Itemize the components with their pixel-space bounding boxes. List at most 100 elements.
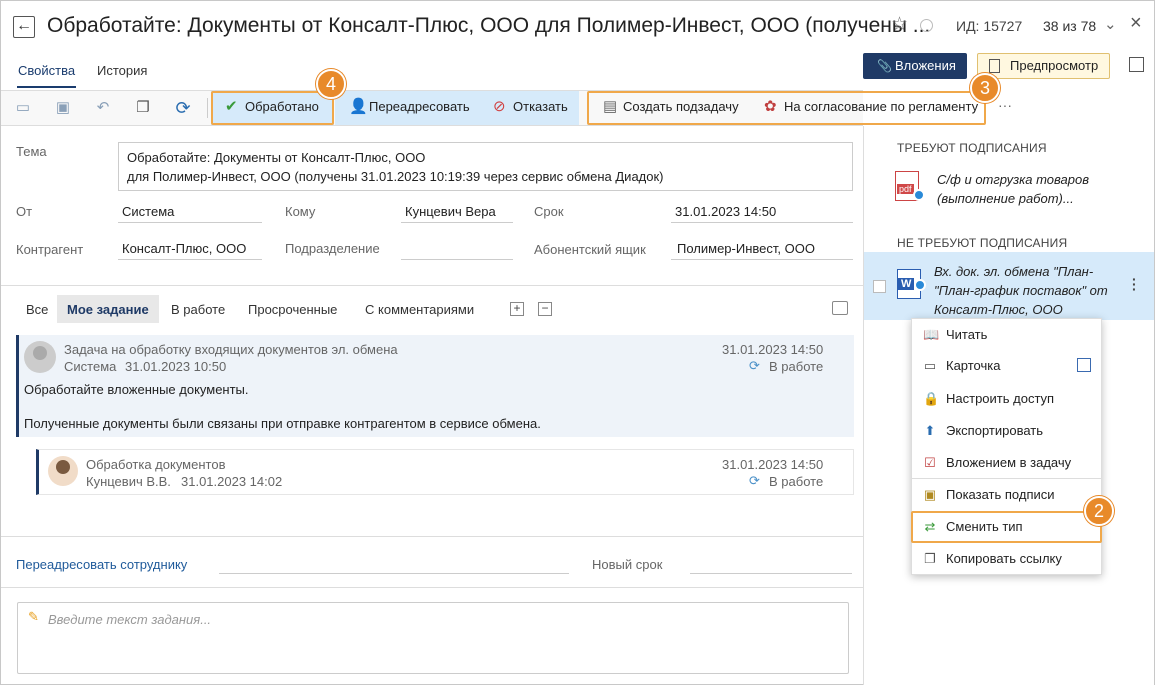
undo-icon[interactable]: ↶	[93, 98, 113, 118]
department-field[interactable]	[401, 241, 513, 260]
more-menu-icon[interactable]: ···	[998, 97, 1012, 113]
menu-signatures-label: Показать подписи	[946, 487, 1055, 502]
doc1-title-line1: С/ф и отгрузка товаров	[937, 172, 1089, 187]
new-deadline-input[interactable]	[690, 573, 852, 574]
attachments-button[interactable]: 📎 Вложения	[863, 53, 967, 79]
export-arrow-icon: ⬆	[924, 423, 936, 438]
save-close-icon[interactable]: ▣	[53, 98, 73, 118]
task-author: Система	[64, 359, 117, 374]
open-card-new-window-icon[interactable]	[1077, 358, 1091, 372]
need-sign-header: ТРЕБУЮТ ПОДПИСАНИЯ	[897, 141, 1047, 155]
book-icon: 📖	[923, 327, 940, 342]
task-title: Задача на обработку входящих документов …	[64, 342, 398, 357]
menu-copy-link-label: Копировать ссылку	[946, 551, 1062, 566]
printer-icon[interactable]	[832, 301, 848, 315]
status-circle-icon[interactable]	[920, 19, 933, 32]
forward-label: Переадресовать	[369, 99, 470, 114]
highlight-subtask-approval	[587, 91, 986, 125]
open-new-window-icon[interactable]	[1129, 57, 1144, 72]
doc1-title-line2: (выполнение работ)...	[937, 191, 1074, 206]
menu-read-label: Читать	[946, 327, 988, 342]
copy-icon[interactable]: ❐	[133, 98, 153, 118]
subject-label: Тема	[16, 144, 47, 159]
deadline-field[interactable]: 31.01.2023 14:50	[671, 204, 853, 223]
redirect-employee-input[interactable]	[219, 573, 569, 574]
task-created: 31.01.2023 10:50	[125, 359, 227, 374]
favorite-star-icon[interactable]: ☆	[891, 13, 908, 36]
lock-icon: 🔒	[923, 391, 940, 406]
menu-item-attach-to-task[interactable]: ☑ Вложением в задачу	[911, 447, 1102, 479]
counterparty-field[interactable]: Консалт-Плюс, ООО	[118, 241, 262, 260]
signature-seal-icon	[914, 279, 926, 291]
save-icon[interactable]: ▭	[13, 98, 33, 118]
app-window: ← Обработайте: Документы от Консалт-Плюс…	[0, 0, 1155, 685]
subject-line-1: Обработайте: Документы от Консалт-Плюс, …	[127, 150, 426, 165]
toolbar-divider	[207, 98, 208, 118]
document-preview-icon	[989, 59, 1000, 73]
menu-item-access[interactable]: 🔒 Настроить доступ	[911, 383, 1102, 415]
filter-overdue[interactable]: Просроченные	[248, 302, 337, 317]
close-icon[interactable]: ×	[1130, 12, 1142, 35]
mailbox-field[interactable]: Полимер-Инвест, ООО	[671, 241, 853, 260]
refuse-button[interactable]: ⊘ Отказать	[489, 95, 568, 121]
subtask-created: 31.01.2023 14:02	[181, 474, 283, 489]
redirect-employee-link[interactable]: Переадресовать сотруднику	[16, 557, 187, 572]
subject-field[interactable]: Обработайте: Документы от Консалт-Плюс, …	[118, 142, 853, 191]
subtask-author: Кунцевич В.В.	[86, 474, 171, 489]
filter-with-comments[interactable]: С комментариями	[365, 302, 474, 317]
from-field[interactable]: Система	[118, 204, 262, 223]
filter-in-progress[interactable]: В работе	[171, 302, 225, 317]
subtask-status: В работе	[769, 474, 824, 489]
counterparty-label: Контрагент	[16, 242, 84, 257]
signature-icon: ▣	[923, 487, 937, 502]
prohibited-icon: ⊘	[493, 98, 506, 115]
to-label: Кому	[285, 204, 316, 219]
doc2-title[interactable]: Вх. док. эл. обмена "План- "План-график …	[934, 262, 1108, 319]
subject-line-2: для Полимер-Инвест, ООО (получены 31.01.…	[127, 169, 664, 184]
doc2-title-line2: "План-график поставок" от	[934, 283, 1108, 298]
forward-button[interactable]: 👤 Переадресовать	[345, 95, 470, 121]
preview-button[interactable]: Предпросмотр	[977, 53, 1110, 79]
subtask-title: Обработка документов	[86, 457, 226, 472]
menu-card-label: Карточка	[946, 358, 1001, 373]
menu-item-show-signatures[interactable]: ▣ Показать подписи	[911, 479, 1102, 511]
menu-item-read[interactable]: 📖 Читать	[911, 319, 1102, 351]
mailbox-label: Абонентский ящик	[534, 242, 646, 257]
refresh-icon[interactable]: ⟳	[173, 98, 193, 118]
collapse-all-icon[interactable]: −	[538, 302, 552, 316]
in-progress-icon: ⟳	[749, 358, 760, 373]
expand-all-icon[interactable]: +	[510, 302, 524, 316]
subtask-deadline: 31.01.2023 14:50	[722, 457, 824, 472]
menu-item-copy-link[interactable]: ❐ Копировать ссылку	[911, 543, 1102, 575]
new-deadline-label: Новый срок	[592, 557, 663, 572]
filter-all[interactable]: Все	[26, 302, 48, 317]
menu-item-export[interactable]: ⬆ Экспортировать	[911, 415, 1102, 447]
menu-export-label: Экспортировать	[946, 423, 1043, 438]
refuse-label: Отказать	[513, 99, 568, 114]
department-label: Подразделение	[285, 241, 380, 256]
chevron-down-icon[interactable]: ⌄	[1104, 15, 1117, 33]
task-status: В работе	[769, 359, 824, 374]
doc2-title-line1: Вх. док. эл. обмена "План-	[934, 264, 1094, 279]
in-progress-icon: ⟳	[749, 473, 760, 488]
to-field[interactable]: Кунцевич Вера	[401, 204, 513, 223]
copy-link-icon: ❐	[924, 551, 936, 566]
filter-my-task[interactable]: Мое задание	[67, 302, 149, 317]
doc1-title[interactable]: С/ф и отгрузка товаров (выполнение работ…	[937, 170, 1089, 208]
task-text-2: Полученные документы были связаны при от…	[24, 416, 541, 431]
tab-properties[interactable]: Свойства	[18, 63, 75, 78]
highlight-change-type	[911, 511, 1102, 543]
back-arrow-icon[interactable]: ←	[13, 16, 35, 38]
callout-badge-2: 2	[1084, 496, 1114, 526]
page-title: Обработайте: Документы от Консалт-Плюс, …	[47, 14, 931, 37]
doc2-more-icon[interactable]: · · ·	[1132, 272, 1137, 296]
menu-item-card[interactable]: ▭ Карточка	[911, 350, 1102, 382]
deadline-label: Срок	[534, 204, 564, 219]
tab-history[interactable]: История	[97, 63, 147, 78]
forward-user-icon: 👤	[349, 98, 368, 115]
active-tab-indicator	[17, 86, 76, 88]
preview-label: Предпросмотр	[1010, 58, 1099, 73]
card-icon: ▭	[923, 358, 937, 373]
doc2-checkbox[interactable]	[873, 280, 886, 293]
attachments-label: Вложения	[895, 58, 956, 73]
